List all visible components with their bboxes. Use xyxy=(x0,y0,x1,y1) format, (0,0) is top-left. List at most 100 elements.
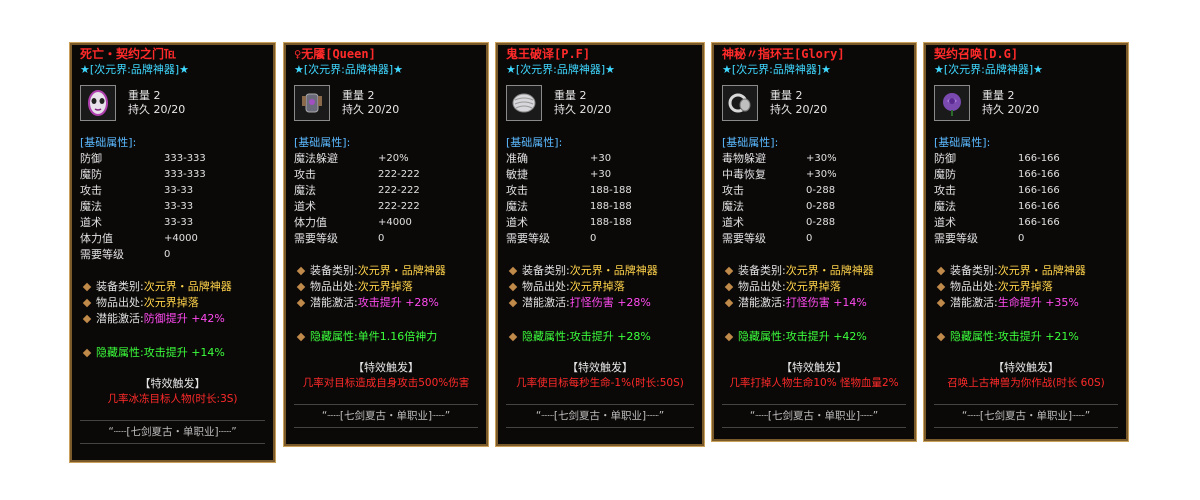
stat-key: 体力值 xyxy=(80,232,113,245)
armor-icon xyxy=(294,85,330,121)
info-label: 装备类别: xyxy=(96,280,144,293)
item-info: 装备类别: 次元界・品牌神器 物品出处: 次元界掉落 潜能激活: 攻击提升 +28% xyxy=(294,263,478,311)
stat-list: 准确 +30 敏捷 +30 攻击 188-188 魔法 188-188 道术 188-18… xyxy=(506,151,694,247)
stat-key: 魔法 xyxy=(80,200,102,213)
hidden-attribute: 隐藏属性: 单件1.16倍神力 xyxy=(294,329,478,345)
bullet-icon xyxy=(296,282,306,292)
stat-value: 0 xyxy=(164,249,171,260)
item-tooltip-card: 死亡・契约之门℡ ★[次元界:品牌神器]★ 重量 2 持久 20/20 [基础属… xyxy=(69,42,276,463)
stat-row: 攻击 222-222 xyxy=(294,167,478,183)
stat-key: 体力值 xyxy=(294,216,327,229)
bullet-icon xyxy=(508,266,518,276)
stat-row: 道术 0-288 xyxy=(722,215,906,231)
stat-key: 魔法 xyxy=(506,200,528,213)
stat-value: 0 xyxy=(806,233,813,244)
item-subtitle: ★[次元界:品牌神器]★ xyxy=(294,63,404,76)
bullet-icon xyxy=(82,298,92,308)
bullet-icon xyxy=(82,314,92,324)
potential-value: 打怪伤害 +28% xyxy=(569,296,651,309)
base-attributes-title: [基础属性]: xyxy=(294,136,351,149)
stat-row: 魔法 188-188 xyxy=(506,199,694,215)
stat-row: 防御 166-166 xyxy=(934,151,1118,167)
item-info: 装备类别: 次元界・品牌神器 物品出处: 次元界掉落 潜能激活: 防御提升 +42% xyxy=(80,279,265,327)
base-attributes-title: [基础属性]: xyxy=(722,136,779,149)
stat-value: 166-166 xyxy=(1018,153,1060,164)
item-tooltip-card: 契约召唤[D.G] ★[次元界:品牌神器]★ 重量 2 持久 20/20 [基础… xyxy=(923,42,1129,442)
bullet-icon xyxy=(508,332,518,342)
info-label: 装备类别: xyxy=(310,264,358,277)
stat-row: 攻击 0-288 xyxy=(722,183,906,199)
item-subtitle: ★[次元界:品牌神器]★ xyxy=(80,63,190,76)
stat-key: 魔法 xyxy=(722,200,744,213)
item-info: 装备类别: 次元界・品牌神器 物品出处: 次元界掉落 潜能激活: 打怪伤害 +28% xyxy=(506,263,694,311)
stat-value: 188-188 xyxy=(590,185,632,196)
stat-key: 攻击 xyxy=(722,184,744,197)
hidden-value: 攻击提升 +42% xyxy=(785,330,867,343)
hidden-value: 攻击提升 +21% xyxy=(997,330,1079,343)
info-label: 潜能激活: xyxy=(738,296,786,309)
bullet-icon xyxy=(724,298,734,308)
hidden-attribute: 隐藏属性: 攻击提升 +14% xyxy=(80,345,265,361)
bullet-icon xyxy=(936,332,946,342)
stat-row: 体力值 +4000 xyxy=(294,215,478,231)
stat-value: 0-288 xyxy=(806,217,836,228)
stat-row: 魔法躲避 +20% xyxy=(294,151,478,167)
stat-value: 222-222 xyxy=(378,185,420,196)
stat-row: 攻击 33-33 xyxy=(80,183,265,199)
stat-value: 0 xyxy=(378,233,385,244)
stat-row: 魔法 33-33 xyxy=(80,199,265,215)
item-tooltip-card: ♀无餍[Queen] ★[次元界:品牌神器]★ 重量 2 持久 20/20 [基… xyxy=(283,42,489,447)
item-subtitle: ★[次元界:品牌神器]★ xyxy=(506,63,616,76)
stat-row: 道术 222-222 xyxy=(294,199,478,215)
stat-row: 道术 166-166 xyxy=(934,215,1118,231)
trigger-title: 【特效触发】 xyxy=(353,361,419,374)
item-title: ♀无餍[Queen] xyxy=(294,47,376,61)
stat-value: 188-188 xyxy=(590,217,632,228)
trigger-title: 【特效触发】 xyxy=(567,361,633,374)
stat-row: 防御 333-333 xyxy=(80,151,265,167)
trigger-title: 【特效触发】 xyxy=(993,361,1059,374)
stat-list: 魔法躲避 +20% 攻击 222-222 魔法 222-222 道术 222-222 体… xyxy=(294,151,478,247)
stat-row: 需要等级 0 xyxy=(722,231,906,247)
bullet-icon xyxy=(508,282,518,292)
trigger-title: 【特效触发】 xyxy=(139,377,206,390)
stat-row: 需要等级 0 xyxy=(294,231,478,247)
stat-key: 需要等级 xyxy=(722,232,766,245)
info-label: 物品出处: xyxy=(738,280,786,293)
stat-key: 道术 xyxy=(934,216,956,229)
stat-row: 敏捷 +30 xyxy=(506,167,694,183)
durability-text: 持久 20/20 xyxy=(770,103,828,116)
info-label: 装备类别: xyxy=(738,264,786,277)
item-info: 装备类别: 次元界・品牌神器 物品出处: 次元界掉落 潜能激活: 打怪伤害 +14% xyxy=(722,263,906,311)
item-tooltip-card: 神秘〃指环王[Glory] ★[次元界:品牌神器]★ 重量 2 持久 20/20… xyxy=(711,42,917,442)
stat-key: 准确 xyxy=(506,152,528,165)
stat-key: 魔防 xyxy=(80,168,102,181)
stat-key: 魔法躲避 xyxy=(294,152,338,165)
stat-value: +20% xyxy=(378,153,409,164)
trigger-text: 几率打掉人物生命10% 怪物血量2% xyxy=(729,377,899,389)
stat-value: 222-222 xyxy=(378,201,420,212)
durability-text: 持久 20/20 xyxy=(128,103,186,116)
stat-list: 防御 166-166 魔防 166-166 攻击 166-166 魔法 166-166 … xyxy=(934,151,1118,247)
bullet-icon xyxy=(936,266,946,276)
item-subtitle: ★[次元界:品牌神器]★ xyxy=(934,63,1044,76)
info-label: 装备类别: xyxy=(950,264,998,277)
trigger-text: 召唤上古神兽为你作战(时长 60S) xyxy=(947,377,1105,389)
rose-icon xyxy=(934,85,970,121)
stat-key: 道术 xyxy=(294,200,316,213)
hidden-value: 攻击提升 +14% xyxy=(143,346,225,359)
stat-key: 中毒恢复 xyxy=(722,168,766,181)
stat-key: 防御 xyxy=(934,152,956,165)
stat-list: 毒物躲避 +30% 中毒恢复 +30% 攻击 0-288 魔法 0-288 道术 0-28… xyxy=(722,151,906,247)
stat-key: 道术 xyxy=(722,216,744,229)
source-value: 次元界掉落 xyxy=(997,280,1053,293)
item-title: 鬼王破译[P.F] xyxy=(506,47,591,61)
info-label: 装备类别: xyxy=(522,264,570,277)
stat-row: 道术 188-188 xyxy=(506,215,694,231)
stat-value: +4000 xyxy=(378,217,412,228)
stat-value: +30% xyxy=(806,153,837,164)
server-footer: “┈┈[七剑夏古・单职业]┈┈” xyxy=(506,404,694,428)
info-label: 潜能激活: xyxy=(522,296,570,309)
hidden-label: 隐藏属性: xyxy=(950,330,998,343)
trigger-title: 【特效触发】 xyxy=(781,361,847,374)
